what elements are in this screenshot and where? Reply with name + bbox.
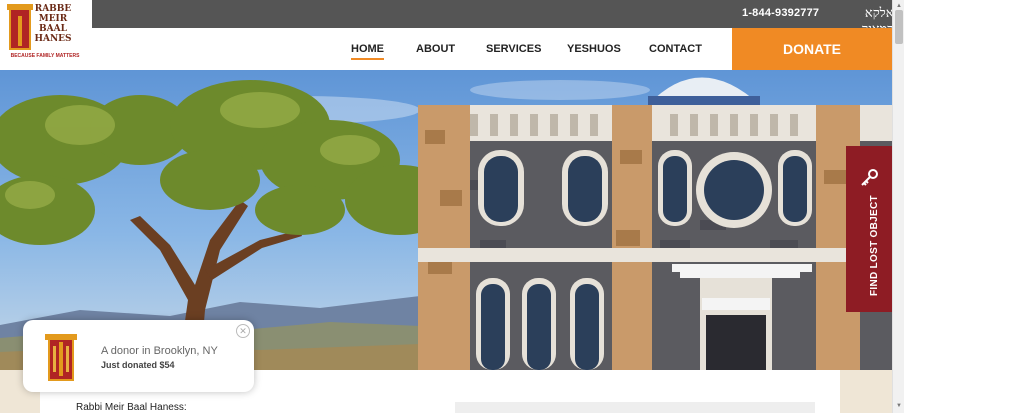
find-lost-object-label: FIND LOST OBJECT	[869, 195, 880, 296]
website: RABBE MEIR BAAL HANES BECAUSE FAMILY MAT…	[0, 0, 892, 413]
nav-item-home[interactable]: HOME	[351, 43, 384, 60]
key-icon	[861, 169, 878, 186]
nav-item-about[interactable]: ABOUT	[416, 43, 455, 55]
phone-number[interactable]: 1-844-9392777	[742, 7, 819, 19]
logo-line: BAAL	[39, 24, 67, 34]
main-navigation: HOME ABOUT SERVICES YESHUOS CONTACT	[92, 28, 732, 70]
site-logo[interactable]: RABBE MEIR BAAL HANES BECAUSE FAMILY MAT…	[0, 0, 92, 70]
logo-line: RABBE	[34, 4, 72, 14]
donation-amount: Just donated $54	[101, 360, 175, 370]
logo-line: MEIR	[38, 14, 68, 24]
logo-wordmark: RABBE MEIR BAAL HANES	[28, 4, 78, 44]
content-heading: Rabbi Meir Baal Haness:	[76, 402, 187, 413]
nav-item-services[interactable]: SERVICES	[486, 43, 541, 55]
find-lost-object-tab[interactable]: FIND LOST OBJECT	[846, 146, 892, 312]
nav-item-contact[interactable]: CONTACT	[649, 43, 702, 55]
browser-viewport: RABBE MEIR BAAL HANES BECAUSE FAMILY MAT…	[0, 0, 1024, 413]
scroll-up-arrow-icon[interactable]: ▲	[896, 3, 902, 9]
page-scrollbar[interactable]: ▲ ▼	[892, 0, 904, 413]
donate-button[interactable]: DONATE	[732, 28, 892, 70]
donor-message: A donor in Brooklyn, NY	[101, 345, 218, 357]
scrollbar-thumb[interactable]	[895, 10, 903, 44]
top-bar: 1-844-9392777 אלקא דמאיר ענני	[92, 0, 892, 53]
scroll-down-arrow-icon[interactable]: ▼	[896, 403, 902, 409]
logo-tagline: BECAUSE FAMILY MATTERS	[10, 53, 80, 59]
content-media-placeholder	[455, 402, 815, 413]
logo-line: HANES	[34, 34, 72, 44]
donor-notification[interactable]: A donor in Brooklyn, NY Just donated $54…	[23, 320, 254, 392]
donor-logo-icon	[45, 334, 77, 381]
close-icon[interactable]: ✕	[236, 324, 250, 338]
nav-item-yeshuos[interactable]: YESHUOS	[567, 43, 621, 55]
